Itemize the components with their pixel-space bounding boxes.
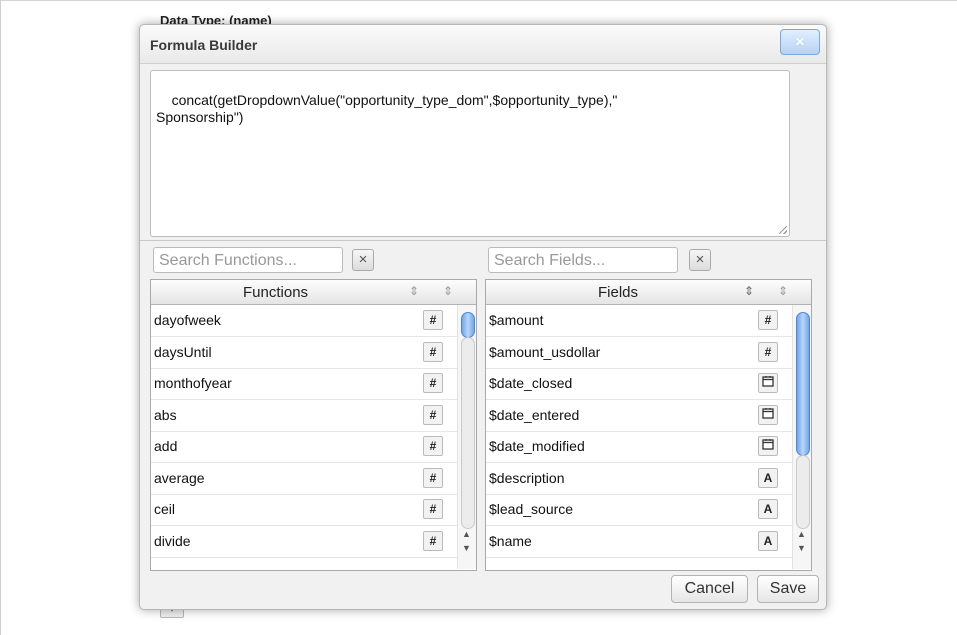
number-icon: # — [758, 310, 778, 330]
field-row[interactable]: $lead_source A — [486, 494, 792, 526]
text-icon: A — [758, 499, 778, 519]
function-row[interactable]: ceil # — [151, 494, 457, 526]
field-name: $name — [489, 532, 532, 549]
search-functions-input[interactable]: Search Functions... — [153, 247, 343, 273]
save-button[interactable]: Save — [757, 575, 819, 603]
functions-scrollbar[interactable]: ▲ ▼ — [457, 305, 476, 569]
functions-scroll-thumb[interactable] — [461, 312, 475, 338]
sort-type-icon[interactable]: ⇕ — [778, 284, 788, 298]
divider — [140, 240, 826, 241]
fields-scroll-track — [796, 455, 810, 529]
number-icon: # — [423, 436, 443, 456]
formula-text: concat(getDropdownValue("opportunity_typ… — [156, 92, 618, 125]
calendar-icon — [758, 373, 778, 393]
field-row[interactable]: $amount_usdollar # — [486, 337, 792, 369]
functions-scroll-track — [461, 337, 475, 529]
number-icon: # — [423, 467, 443, 488]
function-row[interactable]: abs # — [151, 400, 457, 432]
scroll-up-icon[interactable]: ▲ — [462, 529, 471, 539]
fields-scroll-thumb[interactable] — [796, 312, 810, 456]
function-name: daysUntil — [154, 343, 212, 360]
scroll-up-icon[interactable]: ▲ — [797, 529, 806, 539]
page-top-border — [0, 0, 957, 1]
cancel-button[interactable]: Cancel — [671, 575, 748, 603]
formula-textarea[interactable]: concat(getDropdownValue("opportunity_typ… — [150, 70, 790, 237]
functions-grid: Functions ⇕ ⇕ dayofweek # daysUntil # montho… — [150, 279, 477, 571]
number-icon: # — [423, 404, 443, 425]
functions-column-header[interactable]: Functions — [243, 284, 308, 301]
sort-icon[interactable]: ⇕ — [744, 284, 754, 298]
fields-grid-header: Fields ⇕ ⇕ — [486, 280, 811, 305]
functions-grid-header: Functions ⇕ ⇕ — [151, 280, 476, 305]
field-row[interactable]: $date_modified — [486, 431, 792, 463]
number-icon: # — [423, 499, 443, 519]
calendar-icon — [758, 404, 778, 425]
dialog-title: Formula Builder — [150, 37, 258, 53]
fields-scrollbar[interactable]: ▲ ▼ — [792, 305, 811, 569]
function-name: ceil — [154, 501, 176, 517]
function-name: divide — [154, 532, 191, 549]
calendar-icon — [758, 436, 778, 456]
page-left-border — [0, 0, 1, 635]
scroll-down-icon[interactable]: ▼ — [462, 543, 471, 553]
formula-builder-dialog: Formula Builder × concat(getDropdownValu… — [139, 24, 827, 610]
close-button[interactable]: × — [780, 29, 820, 55]
number-icon: # — [758, 341, 778, 362]
clear-functions-search-button[interactable]: × — [352, 249, 374, 271]
field-row[interactable]: $name A — [486, 526, 792, 558]
fields-column-header[interactable]: Fields — [598, 284, 638, 301]
text-icon: A — [758, 530, 778, 551]
number-icon: # — [423, 341, 443, 362]
field-row[interactable]: $description A — [486, 463, 792, 495]
field-row[interactable]: $amount # — [486, 305, 792, 337]
field-row[interactable]: $date_closed — [486, 368, 792, 400]
field-name: $date_closed — [489, 375, 573, 391]
function-name: monthofyear — [154, 375, 232, 391]
function-row[interactable]: divide # — [151, 526, 457, 558]
field-name: $lead_source — [489, 501, 574, 517]
sort-type-icon[interactable]: ⇕ — [443, 284, 453, 298]
text-icon: A — [758, 467, 778, 488]
search-fields-input[interactable]: Search Fields... — [488, 247, 678, 273]
number-icon: # — [423, 310, 443, 330]
function-row[interactable]: monthofyear # — [151, 368, 457, 400]
function-row[interactable]: daysUntil # — [151, 337, 457, 369]
function-name: add — [154, 438, 178, 454]
function-name: average — [154, 469, 205, 486]
function-name: dayofweek — [154, 312, 221, 328]
field-name: $date_entered — [489, 406, 580, 423]
dialog-titlebar: Formula Builder × — [140, 25, 826, 64]
sort-icon[interactable]: ⇕ — [409, 284, 419, 298]
field-name: $description — [489, 469, 565, 486]
field-name: $amount_usdollar — [489, 343, 601, 360]
scroll-down-icon[interactable]: ▼ — [797, 543, 806, 553]
fields-grid: Fields ⇕ ⇕ $amount # $amount_usdollar # $dat… — [485, 279, 812, 571]
number-icon: # — [423, 530, 443, 551]
field-row[interactable]: $date_entered — [486, 400, 792, 432]
field-name: $date_modified — [489, 438, 585, 454]
function-row[interactable]: dayofweek # — [151, 305, 457, 337]
function-name: abs — [154, 406, 177, 423]
resize-grip-icon[interactable] — [779, 226, 787, 234]
number-icon: # — [423, 373, 443, 393]
clear-fields-search-button[interactable]: × — [689, 249, 711, 271]
field-name: $amount — [489, 312, 544, 328]
function-row[interactable]: add # — [151, 431, 457, 463]
function-row[interactable]: average # — [151, 463, 457, 495]
